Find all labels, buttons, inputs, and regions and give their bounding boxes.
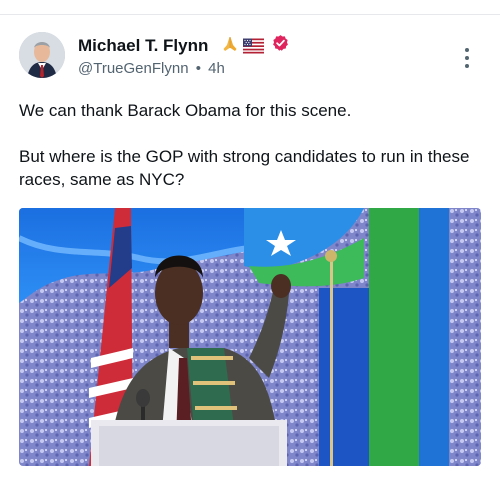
- post-time[interactable]: 4h: [208, 60, 225, 77]
- more-dot-icon: [465, 64, 469, 68]
- more-dot-icon: [465, 56, 469, 60]
- post-text: We can thank Barack Obama for this scene…: [19, 99, 489, 191]
- post-media-image[interactable]: [19, 208, 481, 466]
- author-handle[interactable]: @TrueGenFlynn: [78, 60, 189, 77]
- avatar[interactable]: [19, 32, 65, 78]
- post-text-paragraph-2: But where is the GOP with strong candida…: [19, 147, 470, 189]
- author-name[interactable]: Michael T. Flynn: [78, 36, 208, 56]
- separator-dot: •: [195, 60, 201, 77]
- handle-time-line: @TrueGenFlynn • 4h: [78, 60, 225, 77]
- us-flag-icon: [243, 38, 264, 54]
- praying-hands-icon: [223, 37, 237, 51]
- more-dot-icon: [465, 48, 469, 52]
- post-card[interactable]: Michael T. Flynn @TrueGenFlynn • 4h We c…: [0, 0, 500, 482]
- verified-badge-icon: [273, 35, 288, 51]
- post-text-paragraph-1: We can thank Barack Obama for this scene…: [19, 101, 352, 120]
- more-options-button[interactable]: [456, 44, 478, 72]
